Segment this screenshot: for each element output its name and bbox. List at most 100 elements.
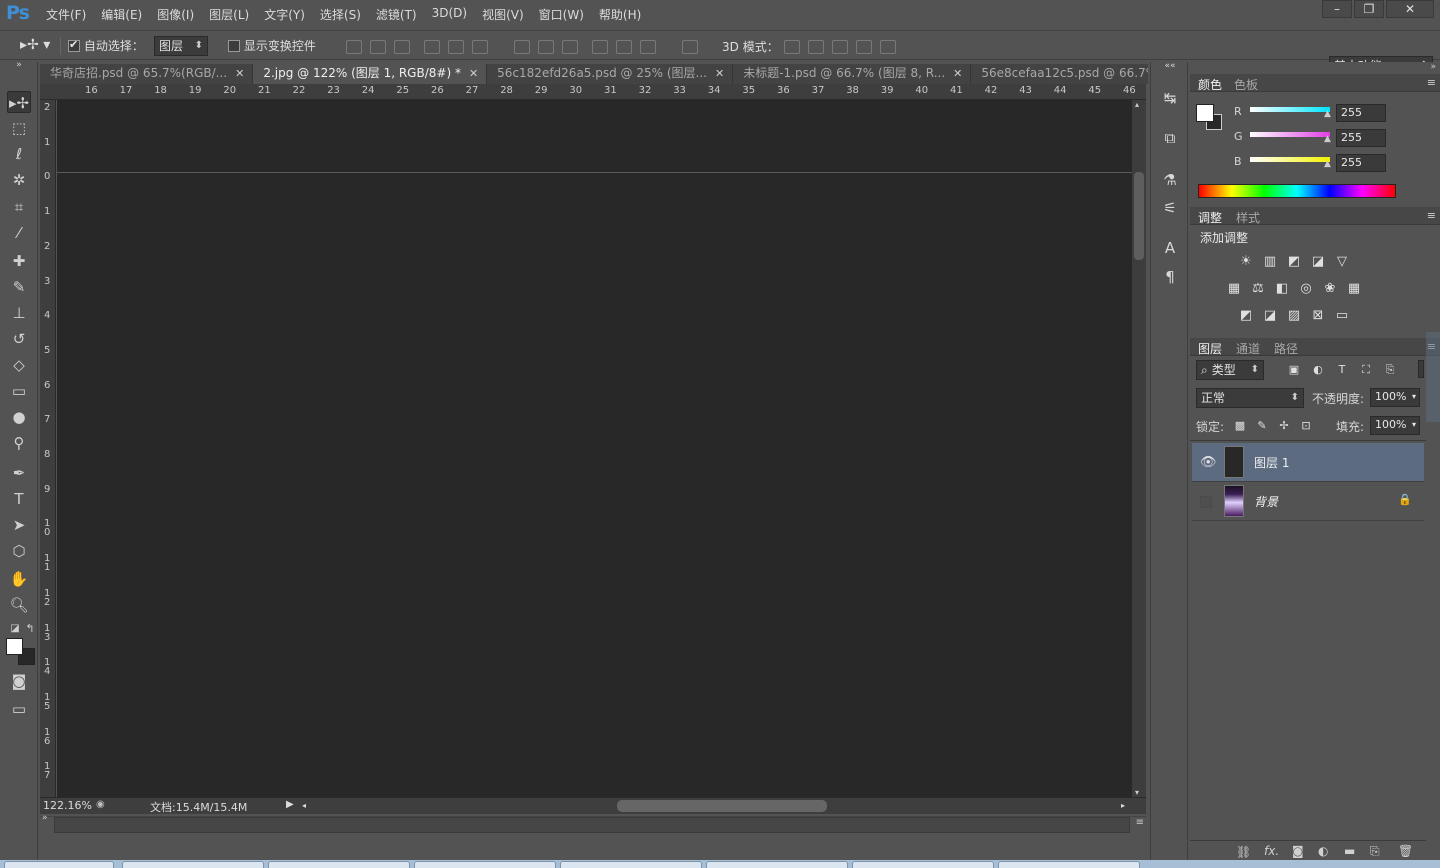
tab-document-2[interactable]: 2.jpg @ 122% (图层 1, RGB/8#) * ✕	[253, 64, 488, 84]
new-layer-icon[interactable]: ⎘	[1370, 844, 1380, 859]
tab-document-4[interactable]: 未标题-1.psd @ 66.7% (图层 8, R... ✕	[733, 64, 972, 84]
distribute-right-icon[interactable]	[640, 39, 656, 54]
lock-position-icon[interactable]: ✢	[1276, 418, 1292, 434]
document-canvas[interactable]	[57, 100, 1132, 797]
layer-name[interactable]: 图层 1	[1254, 454, 1289, 471]
menu-edit[interactable]: 编辑(E)	[101, 6, 142, 23]
dodge-tool-icon[interactable]: ⚲	[7, 432, 31, 454]
lock-transparent-icon[interactable]: ▩	[1232, 418, 1248, 434]
new-adjustment-icon[interactable]: ◐	[1318, 844, 1328, 858]
toolbar-collapse-icon[interactable]: »	[7, 60, 31, 70]
close-icon[interactable]: ✕	[235, 67, 244, 80]
new-group-icon[interactable]: ▬	[1344, 844, 1355, 858]
3d-panel-icon[interactable]: ⧉	[1159, 127, 1181, 149]
crop-tool-icon[interactable]: ⌗	[7, 196, 31, 218]
taskbar-button[interactable]	[4, 861, 114, 868]
color-spectrum-ramp[interactable]	[1198, 184, 1396, 198]
scroll-up-icon[interactable]: ▴	[1135, 100, 1139, 109]
align-vcenter-icon[interactable]	[370, 39, 386, 54]
distribute-vcenter-icon[interactable]	[538, 39, 554, 54]
eye-icon[interactable]: 👁	[1200, 455, 1217, 470]
black-white-icon[interactable]: ◧	[1274, 281, 1290, 297]
magic-wand-tool-icon[interactable]: ✲	[7, 169, 31, 191]
zoom-level[interactable]: 122.16%	[43, 799, 92, 812]
move-tool-preset-icon[interactable]: ▸✢ ▾	[20, 37, 50, 55]
menu-layer[interactable]: 图层(L)	[209, 6, 249, 23]
layer-row-layer1[interactable]: 👁 图层 1	[1192, 443, 1424, 482]
link-layers-icon[interactable]: ⛓	[1236, 845, 1251, 859]
tab-document-3[interactable]: 56c182efd26a5.psd @ 25% (图层... ✕	[487, 64, 734, 84]
guide-line[interactable]	[57, 172, 1132, 173]
dock-collapse-icon[interactable]: ««	[1159, 60, 1181, 72]
type-tool-icon[interactable]: T	[7, 488, 31, 510]
distribute-hcenter-icon[interactable]	[616, 39, 632, 54]
panel-menu-icon[interactable]: ≡	[1427, 209, 1436, 222]
character-panel-icon[interactable]: A	[1159, 237, 1181, 259]
curves-icon[interactable]: ◩	[1286, 254, 1302, 270]
filter-adjustment-icon[interactable]: ◐	[1310, 362, 1326, 378]
filter-type-icon[interactable]: T	[1334, 362, 1350, 378]
clone-stamp-tool-icon[interactable]: ⊥	[7, 302, 31, 324]
dropdown-arrow-icon[interactable]: ▾	[1412, 389, 1416, 405]
foreground-color-swatch[interactable]	[6, 638, 23, 655]
distribute-bottom-icon[interactable]	[562, 39, 578, 54]
lock-image-icon[interactable]: ✎	[1254, 418, 1270, 434]
dropdown-arrow-icon[interactable]: ▾	[1412, 417, 1416, 433]
swap-colors-icon[interactable]: ↰	[18, 618, 42, 640]
b-slider[interactable]	[1250, 157, 1330, 162]
move-tool-icon[interactable]: ▸✢	[7, 91, 31, 113]
align-hcenter-icon[interactable]	[448, 39, 464, 54]
horizontal-scroll-thumb[interactable]	[617, 800, 827, 812]
history-brush-tool-icon[interactable]: ↺	[7, 328, 31, 350]
vertical-scrollbar[interactable]: ▴ ▾	[1132, 100, 1146, 797]
menu-type[interactable]: 文字(Y)	[264, 6, 305, 23]
menu-filter[interactable]: 滤镜(T)	[376, 6, 417, 23]
vertical-scroll-thumb[interactable]	[1134, 172, 1144, 260]
g-slider[interactable]	[1250, 132, 1330, 137]
tab-swatches[interactable]: 色板	[1234, 76, 1258, 93]
hand-tool-icon[interactable]: ✋	[7, 568, 31, 590]
menu-view[interactable]: 视图(V)	[482, 6, 524, 23]
distribute-left-icon[interactable]	[592, 39, 608, 54]
scroll-left-icon[interactable]: ◂	[302, 801, 306, 810]
auto-select-checkbox[interactable]	[68, 38, 80, 52]
taskbar-button[interactable]	[998, 861, 1140, 868]
gradient-map-icon[interactable]: ▭	[1334, 308, 1350, 324]
lasso-tool-icon[interactable]: ℓ	[7, 143, 31, 165]
trash-icon[interactable]: 🗑︎	[1398, 844, 1413, 858]
brightness-icon[interactable]: ☀	[1238, 254, 1254, 270]
slider-handle-icon[interactable]: ▲	[1324, 134, 1331, 144]
tab-color[interactable]: 颜色	[1198, 76, 1222, 93]
taskbar-button[interactable]	[268, 861, 410, 868]
gradient-tool-icon[interactable]: ▭	[7, 380, 31, 402]
vertical-ruler[interactable]: 2 1 0 1 2 3 4 5 6 7 8 9 10 11 12 13 14 15 16 17	[40, 100, 56, 797]
scroll-down-icon[interactable]: ▾	[1135, 788, 1139, 797]
path-selection-tool-icon[interactable]: ➤	[7, 514, 31, 536]
posterize-icon[interactable]: ◪	[1262, 308, 1278, 324]
3d-rotate-icon[interactable]	[784, 39, 800, 54]
tab-document-1[interactable]: 华奇店招.psd @ 65.7%(RGB/... ✕	[40, 64, 254, 84]
b-value-input[interactable]: 255	[1336, 154, 1386, 172]
3d-slide-icon[interactable]	[856, 39, 872, 54]
pen-tool-icon[interactable]: ✒	[7, 462, 31, 484]
color-lookup-icon[interactable]: ▦	[1346, 281, 1362, 297]
photo-filter-icon[interactable]: ◎	[1298, 281, 1314, 297]
3d-scale-icon[interactable]	[880, 39, 896, 54]
close-icon[interactable]: ✕	[715, 67, 724, 80]
restore-button[interactable]: ❐	[1354, 0, 1384, 18]
menu-image[interactable]: 图像(I)	[157, 6, 194, 23]
taskbar-button[interactable]	[706, 861, 848, 868]
panels-collapse-icon[interactable]: »	[1430, 62, 1436, 72]
screen-mode-icon[interactable]: ▭	[7, 698, 31, 720]
eraser-tool-icon[interactable]: ◇	[7, 354, 31, 376]
opacity-input[interactable]: 100% ▾	[1370, 388, 1420, 407]
filter-pixel-icon[interactable]: ▣	[1286, 362, 1302, 378]
minimize-button[interactable]: –	[1322, 0, 1352, 18]
close-icon[interactable]: ✕	[953, 67, 962, 80]
marquee-tool-icon[interactable]: ⬚	[7, 117, 31, 139]
taskbar-button[interactable]	[852, 861, 994, 868]
blend-mode-dropdown[interactable]: 正常	[1196, 388, 1304, 408]
layer-name[interactable]: 背景	[1254, 493, 1278, 510]
tab-styles[interactable]: 样式	[1236, 209, 1260, 226]
color-balance-icon[interactable]: ⚖	[1250, 281, 1266, 297]
